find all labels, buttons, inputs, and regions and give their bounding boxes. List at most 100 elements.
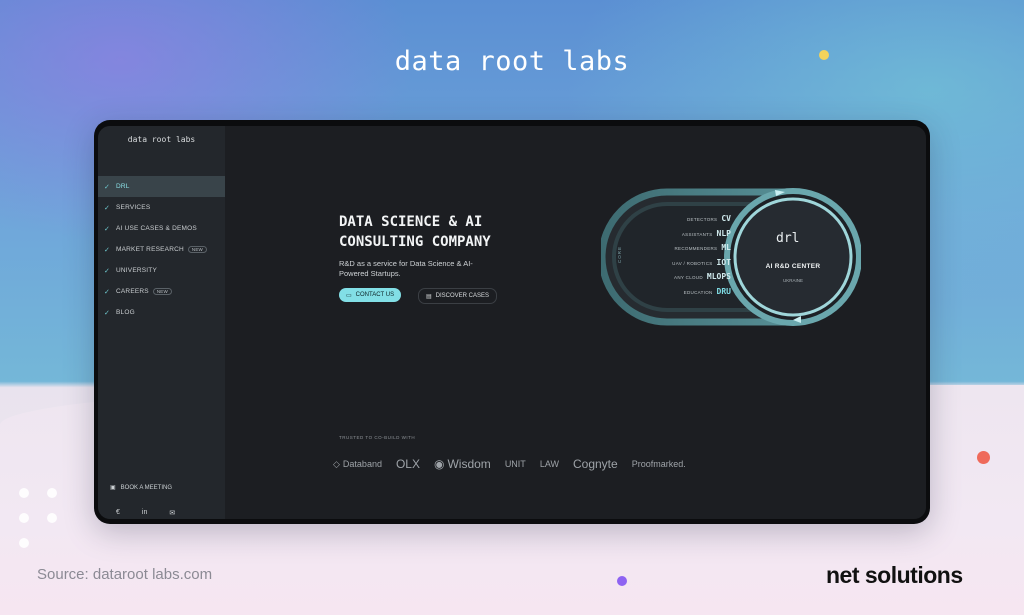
tag-row-mlops: ANY CLOUD MLOPS [635, 272, 731, 287]
sidebar-item-label: BLOG [116, 309, 135, 316]
databand-icon: ◇ [333, 458, 340, 469]
sidebar: data root labs ✓ DRL ✓ SERVICES ✓ AI USE… [98, 126, 225, 519]
sidebar-item-label: AI USE CASES & DEMOS [116, 225, 197, 232]
linkedin-icon[interactable]: in [142, 509, 147, 517]
contact-us-button[interactable]: ▭ CONTACT US [339, 288, 402, 302]
book-icon: ▤ [426, 293, 432, 300]
headline-line: CONSULTING COMPANY [339, 234, 491, 250]
core-label: CORE [617, 246, 622, 264]
partner-name: UNIT [504, 459, 526, 469]
chat-icon: ▭ [346, 292, 352, 299]
tag-caption: ANY CLOUD [674, 275, 703, 280]
source-caption: Source: dataroot labs.com [37, 566, 213, 583]
social-link-icon[interactable]: € [116, 509, 120, 517]
social-links: € in ✉ [116, 509, 175, 517]
new-badge: NEW [187, 246, 208, 253]
hero-headline: DATA SCIENCE & AI CONSULTING COMPANY [339, 212, 559, 252]
check-icon: ✓ [104, 288, 111, 296]
headline-line: DATA SCIENCE & AI [339, 214, 483, 230]
hero-subline: R&D as a service for Data Science & AI-P… [339, 259, 473, 278]
website-screenshot: data root labs ✓ DRL ✓ SERVICES ✓ AI USE… [98, 126, 926, 519]
tag-caption: DETECTORS [686, 217, 718, 222]
sidebar-logo[interactable]: data root labs [98, 135, 225, 144]
partner-logo-cognyte: Cognyte [573, 457, 618, 471]
tag-label: CV [721, 214, 731, 223]
tag-caption: RECOMMENDERS [674, 246, 718, 251]
tag-row-iot: UAV / ROBOTICS IOT [635, 258, 731, 273]
check-icon: ✓ [104, 246, 111, 254]
partner-name: Databand [342, 459, 382, 469]
main-content: DATA SCIENCE & AI CONSULTING COMPANY R&D… [225, 126, 926, 519]
sidebar-item-market-research[interactable]: ✓ MARKET RESEARCH NEW [98, 239, 225, 260]
tag-row-ml: RECOMMENDERS ML [635, 243, 732, 258]
discover-cases-label: DISCOVER CASES [435, 293, 490, 299]
tag-label: IOT [716, 257, 731, 267]
sidebar-nav: ✓ DRL ✓ SERVICES ✓ AI USE CASES & DEMOS … [98, 176, 225, 323]
contact-us-label: CONTACT US [355, 292, 395, 298]
tag-row-nlp: ASSISTANTS NLP [635, 229, 731, 244]
sidebar-item-blog[interactable]: ✓ BLOG [98, 302, 225, 323]
decorative-dot-red [977, 451, 990, 464]
center-subtitle: UKRAINE [782, 278, 803, 283]
decorative-dot-white [47, 488, 57, 498]
sidebar-item-services[interactable]: ✓ SERVICES [98, 197, 225, 218]
partner-logo-olx: OLX [396, 457, 420, 471]
sidebar-item-label: CAREERS [116, 288, 149, 295]
partner-logo-proofmarked: Proofmarked. [632, 459, 686, 469]
partners-label: TRUSTED TO CO-BUILD WITH [339, 435, 416, 440]
partner-name: Proofmarked. [631, 459, 686, 469]
partner-name: LAW [539, 459, 559, 469]
partner-logo-unit: UNIT [505, 459, 526, 469]
decorative-dot-yellow [819, 50, 829, 60]
decorative-dot-white [47, 513, 57, 523]
sidebar-item-university[interactable]: ✓ UNIVERSITY [98, 260, 225, 281]
tag-list: DETECTORS CV ASSISTANTS NLP RECOMMENDERS… [635, 214, 731, 301]
mail-icon[interactable]: ✉ [169, 509, 175, 517]
tag-caption: ASSISTANTS [681, 231, 713, 237]
tag-caption: EDUCATION [683, 289, 713, 295]
book-meeting-button[interactable]: ▣ BOOK A MEETING [110, 484, 173, 492]
sidebar-item-label: UNIVERSITY [116, 267, 158, 274]
owl-icon: ◉ [433, 457, 445, 471]
partner-logo-wisdom: ◉ Wisdom [434, 457, 491, 471]
partner-logo-databand: ◇ Databand [333, 459, 382, 470]
calendar-icon: ▣ [110, 485, 116, 491]
banner-title: data root labs [394, 46, 630, 77]
book-meeting-label: BOOK A MEETING [120, 484, 173, 491]
tag-label: ML [721, 243, 731, 252]
check-icon: ✓ [104, 204, 111, 212]
new-badge: NEW [152, 288, 172, 295]
services-diagram: CORE DETECTORS CV ASSISTANTS NLP RECOMME… [601, 182, 861, 332]
tag-label: NLP [716, 228, 731, 238]
sidebar-item-drl[interactable]: ✓ DRL [98, 176, 225, 197]
decorative-dot-purple [617, 576, 627, 586]
partner-logo-law: LAW [540, 459, 559, 469]
check-icon: ✓ [104, 225, 111, 233]
check-icon: ✓ [104, 267, 111, 275]
sidebar-item-label: MARKET RESEARCH [116, 246, 184, 253]
check-icon: ✓ [104, 183, 111, 191]
drl-logo-mark: drl [776, 231, 800, 246]
center-inner-ring [733, 197, 853, 317]
tag-caption: UAV / ROBOTICS [672, 260, 713, 266]
check-icon: ✓ [104, 309, 111, 317]
partner-logos: ◇ Databand OLX ◉ Wisdom UNIT LAW Cognyte [333, 457, 686, 471]
tag-label: DRU [716, 286, 731, 296]
tag-row-dru: EDUCATION DRU [635, 287, 731, 302]
sidebar-item-label: SERVICES [116, 204, 151, 211]
sidebar-item-ai-use-cases[interactable]: ✓ AI USE CASES & DEMOS [98, 218, 225, 239]
tag-label: MLOPS [706, 272, 731, 281]
net-solutions-logo: net solutions [826, 562, 963, 588]
partner-name: Wisdom [447, 457, 491, 471]
center-title: AI R&D CENTER [765, 263, 821, 270]
partner-name: OLX [395, 457, 420, 471]
discover-cases-button[interactable]: ▤ DISCOVER CASES [418, 288, 498, 304]
sidebar-item-careers[interactable]: ✓ CAREERS NEW [98, 281, 225, 302]
partner-name: Cognyte [572, 457, 618, 471]
laptop-screen-frame: data root labs ✓ DRL ✓ SERVICES ✓ AI USE… [94, 120, 930, 524]
decorative-dot-white [19, 488, 29, 498]
sidebar-item-label: DRL [116, 183, 130, 190]
decorative-dot-white [19, 538, 29, 548]
decorative-dot-white [19, 513, 29, 523]
tag-row-cv: DETECTORS CV [635, 214, 731, 229]
